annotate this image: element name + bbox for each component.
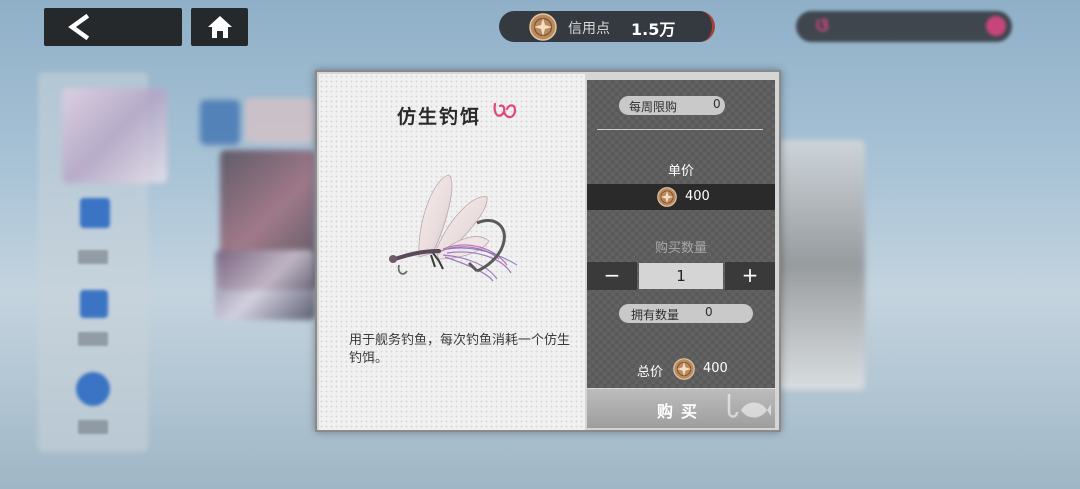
purchase-panel: 每周限购 0 单价 400 购买数量 − 1 + 拥有数量 0 总价 400 购… [587,80,775,428]
increase-quantity-button[interactable]: + [725,262,775,290]
background-card [62,88,167,183]
fishing-lure-image [389,174,518,282]
owned-label: 拥有数量 [631,308,680,322]
owned-value: 0 [705,305,713,319]
home-button[interactable] [191,8,248,46]
item-info-panel: 仿生钓饵 用于舰务钓鱼，每次钓鱼消耗一个仿生钓饵。 [319,74,585,430]
unit-price-bar: 400 [587,184,775,210]
background-icon [80,290,108,318]
home-icon [208,16,232,38]
unit-price-value: 400 [685,189,710,204]
total-price-value: 400 [703,361,728,376]
background-label [78,332,108,346]
weekly-limit-value: 0 [713,97,721,111]
add-icon [986,16,1006,36]
item-name: 仿生钓饵 [397,106,482,128]
background-card [200,100,240,145]
background-card [775,140,865,390]
back-arrow-icon [68,14,90,40]
credit-coin-icon [673,358,695,380]
background-label [78,250,108,264]
background-label [78,420,108,434]
back-button[interactable] [44,8,182,46]
purchase-dialog: 仿生钓饵 用于舰务钓鱼，每次钓鱼消耗一个仿生钓饵。 每周限购 0 单价 400 … [315,70,781,432]
background-card [215,250,315,320]
credit-label: 信用点 [568,21,610,37]
credit-coin-icon [529,13,557,41]
background-card [245,98,315,143]
credit-coin-icon [657,187,677,207]
brand-logo-icon [493,102,517,119]
divider [597,129,763,130]
background-icon [80,198,110,228]
decrease-quantity-button[interactable]: − [587,262,637,290]
brand-logo-icon: ଓ [816,15,829,36]
quantity-label: 购买数量 [654,241,707,256]
secondary-currency: ଓ [796,11,1012,42]
credit-balance: 信用点 1.5万 [499,11,715,42]
quantity-field[interactable]: 1 [639,263,723,289]
total-price-row: 总价 400 [587,356,775,382]
quantity-stepper: − 1 + [587,262,775,290]
total-price-label: 总价 [637,365,664,380]
owned-count-badge: 拥有数量 0 [619,304,753,323]
buy-button[interactable]: 购买 [587,388,775,428]
weekly-limit-label: 每周限购 [629,100,678,114]
weekly-limit-badge: 每周限购 0 [619,96,725,115]
credit-value: 1.5万 [631,20,676,39]
item-description: 用于舰务钓鱼，每次钓鱼消耗一个仿生钓饵。 [349,333,571,366]
background-icon [76,372,110,406]
fish-hook-icon [727,394,771,418]
unit-price-label: 单价 [667,164,694,179]
